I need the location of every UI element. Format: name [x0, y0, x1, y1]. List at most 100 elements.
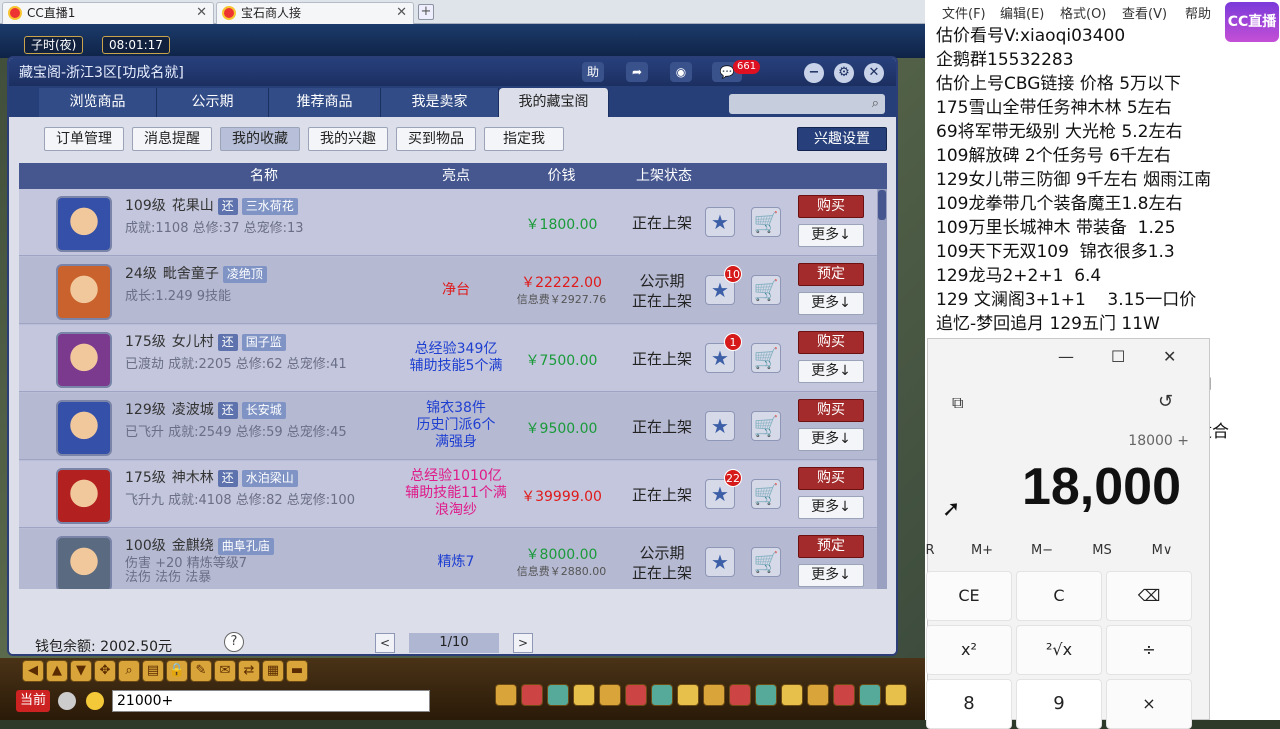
game-shortcut-icon[interactable] — [729, 684, 751, 706]
game-toolbar-icon[interactable]: ✥ — [94, 660, 116, 682]
menu-edit[interactable]: 编辑(E) — [1000, 3, 1044, 22]
more-button[interactable]: 更多↓ — [798, 360, 864, 383]
browser-tab-gem[interactable]: 宝石商人接 ✕ — [216, 2, 414, 24]
close-button[interactable]: ✕ — [864, 63, 884, 83]
keep-on-top-icon[interactable]: ⧉ — [952, 393, 963, 413]
browser-tab-cc[interactable]: CC直播1 ✕ — [2, 2, 214, 24]
game-toolbar-icon[interactable]: ⌕ — [118, 660, 140, 682]
prev-page-button[interactable]: < — [375, 633, 395, 653]
game-shortcut-icon[interactable] — [807, 684, 829, 706]
backspace-button[interactable]: ⌫ — [1106, 571, 1192, 621]
chat-channel-button[interactable]: 当前 — [16, 690, 50, 712]
divide-button[interactable]: ÷ — [1106, 625, 1192, 675]
settings-icon[interactable]: ⚙ — [834, 63, 854, 83]
character-avatar[interactable] — [56, 196, 112, 252]
help-icon[interactable]: ? — [224, 632, 244, 652]
subtab-bought[interactable]: 买到物品 — [396, 127, 476, 151]
share-icon[interactable]: ➦ — [626, 62, 648, 82]
square-button[interactable]: x² — [926, 625, 1012, 675]
game-toolbar-icon[interactable]: ⇄ — [238, 660, 260, 682]
game-toolbar-icon[interactable]: ✉ — [214, 660, 236, 682]
favorite-star-icon[interactable]: ★ — [705, 411, 735, 441]
help-button[interactable]: 助 — [582, 62, 604, 82]
close-button[interactable]: ✕ — [1163, 347, 1176, 366]
subtab-messages[interactable]: 消息提醒 — [132, 127, 212, 151]
more-button[interactable]: 更多↓ — [798, 496, 864, 519]
tab-recommended[interactable]: 推荐商品 — [269, 88, 381, 117]
character-avatar[interactable] — [56, 400, 112, 456]
table-row[interactable]: 175级 神木林还水泊梁山 飞升九 成就:4108 总修:82 总宠修:100 总经验… — [19, 461, 877, 528]
game-toolbar-icon[interactable]: ▦ — [262, 660, 284, 682]
table-scrollbar[interactable] — [877, 189, 887, 589]
memory-add-button[interactable]: M+ — [962, 543, 1002, 558]
reserve-button[interactable]: 预定 — [798, 535, 864, 558]
reserve-button[interactable]: 预定 — [798, 263, 864, 286]
buy-button[interactable]: 购买 — [798, 195, 864, 218]
search-icon[interactable]: ⌕ — [872, 96, 879, 111]
game-shortcut-icon[interactable] — [703, 684, 725, 706]
subtab-assigned[interactable]: 指定我 — [484, 127, 564, 151]
square-root-button[interactable]: ²√x — [1016, 625, 1102, 675]
game-shortcut-icon[interactable] — [859, 684, 881, 706]
clear-entry-button[interactable]: CE — [926, 571, 1012, 621]
game-shortcut-icon[interactable] — [885, 684, 907, 706]
tab-my-pavilion[interactable]: 我的藏宝阁 — [499, 88, 609, 117]
game-shortcut-icon[interactable] — [781, 684, 803, 706]
game-shortcut-icon[interactable] — [547, 684, 569, 706]
buy-button[interactable]: 购买 — [798, 331, 864, 354]
game-toolbar-icon[interactable]: 🔒 — [166, 660, 188, 682]
table-row[interactable]: 24级 毗舍童子 凌绝顶 成长:1.249 9技能 净台 ￥22222.00 信息费￥292… — [19, 257, 877, 324]
cart-icon[interactable]: 🛒 — [751, 479, 781, 509]
history-icon[interactable]: ↺ — [1158, 391, 1173, 412]
game-toolbar-icon[interactable]: ▬ — [286, 660, 308, 682]
game-toolbar-icon[interactable]: ✎ — [190, 660, 212, 682]
next-page-button[interactable]: > — [513, 633, 533, 653]
item-title[interactable]: 175级 神木林还水泊梁山 — [125, 467, 298, 487]
interest-settings-button[interactable]: 兴趣设置 — [797, 127, 887, 151]
cart-icon[interactable]: 🛒 — [751, 343, 781, 373]
game-shortcut-icon[interactable] — [755, 684, 777, 706]
item-title[interactable]: 24级 毗舍童子 凌绝顶 — [125, 263, 267, 283]
more-button[interactable]: 更多↓ — [798, 428, 864, 451]
memory-store-button[interactable]: MS — [1082, 543, 1122, 558]
tab-public[interactable]: 公示期 — [157, 88, 269, 117]
character-avatar[interactable] — [56, 332, 112, 388]
close-icon[interactable]: ✕ — [196, 3, 207, 23]
item-title[interactable]: 109级 花果山还三水荷花 — [125, 195, 298, 215]
more-button[interactable]: 更多↓ — [798, 564, 864, 587]
game-shortcut-icon[interactable] — [651, 684, 673, 706]
clear-button[interactable]: C — [1016, 571, 1102, 621]
table-row[interactable]: 109级 花果山还三水荷花 成就:1108 总修:37 总宠修:13 ￥1800.00… — [19, 189, 877, 256]
menu-format[interactable]: 格式(O) — [1060, 3, 1106, 22]
character-avatar[interactable] — [56, 264, 112, 320]
tab-seller[interactable]: 我是卖家 — [381, 88, 499, 117]
favorite-star-icon[interactable]: ★ — [705, 547, 735, 577]
item-title[interactable]: 129级 凌波城还长安城 — [125, 399, 286, 419]
close-icon[interactable]: ✕ — [396, 3, 407, 23]
game-shortcut-icon[interactable] — [495, 684, 517, 706]
character-avatar[interactable] — [56, 536, 112, 589]
game-toolbar-icon[interactable]: ◀ — [22, 660, 44, 682]
multiply-button[interactable]: × — [1106, 679, 1192, 729]
cart-icon[interactable]: 🛒 — [751, 207, 781, 237]
chat-input[interactable]: 21000+ — [112, 690, 430, 712]
notepad-text[interactable]: 估价看号V:xiaoqi03400 企鹅群15532283 估价上号CBG链接 价格… — [936, 24, 1276, 336]
minimize-button[interactable]: — — [1058, 347, 1074, 366]
memory-recall-button[interactable]: R — [910, 543, 950, 558]
memory-list-button[interactable]: M∨ — [1142, 543, 1182, 558]
emoji-icon[interactable] — [86, 692, 104, 710]
table-row[interactable]: 175级 女儿村还国子监 已渡劫 成就:2205 总修:62 总宠修:41 总经验34… — [19, 325, 877, 392]
more-button[interactable]: 更多↓ — [798, 292, 864, 315]
digit-8-button[interactable]: 8 — [926, 679, 1012, 729]
game-toolbar-icon[interactable]: ▲ — [46, 660, 68, 682]
menu-view[interactable]: 查看(V) — [1122, 3, 1167, 22]
subtab-interests[interactable]: 我的兴趣 — [308, 127, 388, 151]
table-row[interactable]: 129级 凌波城还长安城 已飞升 成就:2549 总修:59 总宠修:45 锦衣38件… — [19, 393, 877, 460]
item-title[interactable]: 175级 女儿村还国子监 — [125, 331, 286, 351]
game-shortcut-icon[interactable] — [521, 684, 543, 706]
scrollbar-thumb[interactable] — [878, 190, 886, 220]
more-button[interactable]: 更多↓ — [798, 224, 864, 247]
tab-browse[interactable]: 浏览商品 — [39, 88, 157, 117]
search-input[interactable]: ⌕ — [729, 94, 885, 114]
menu-file[interactable]: 文件(F) — [942, 3, 986, 22]
